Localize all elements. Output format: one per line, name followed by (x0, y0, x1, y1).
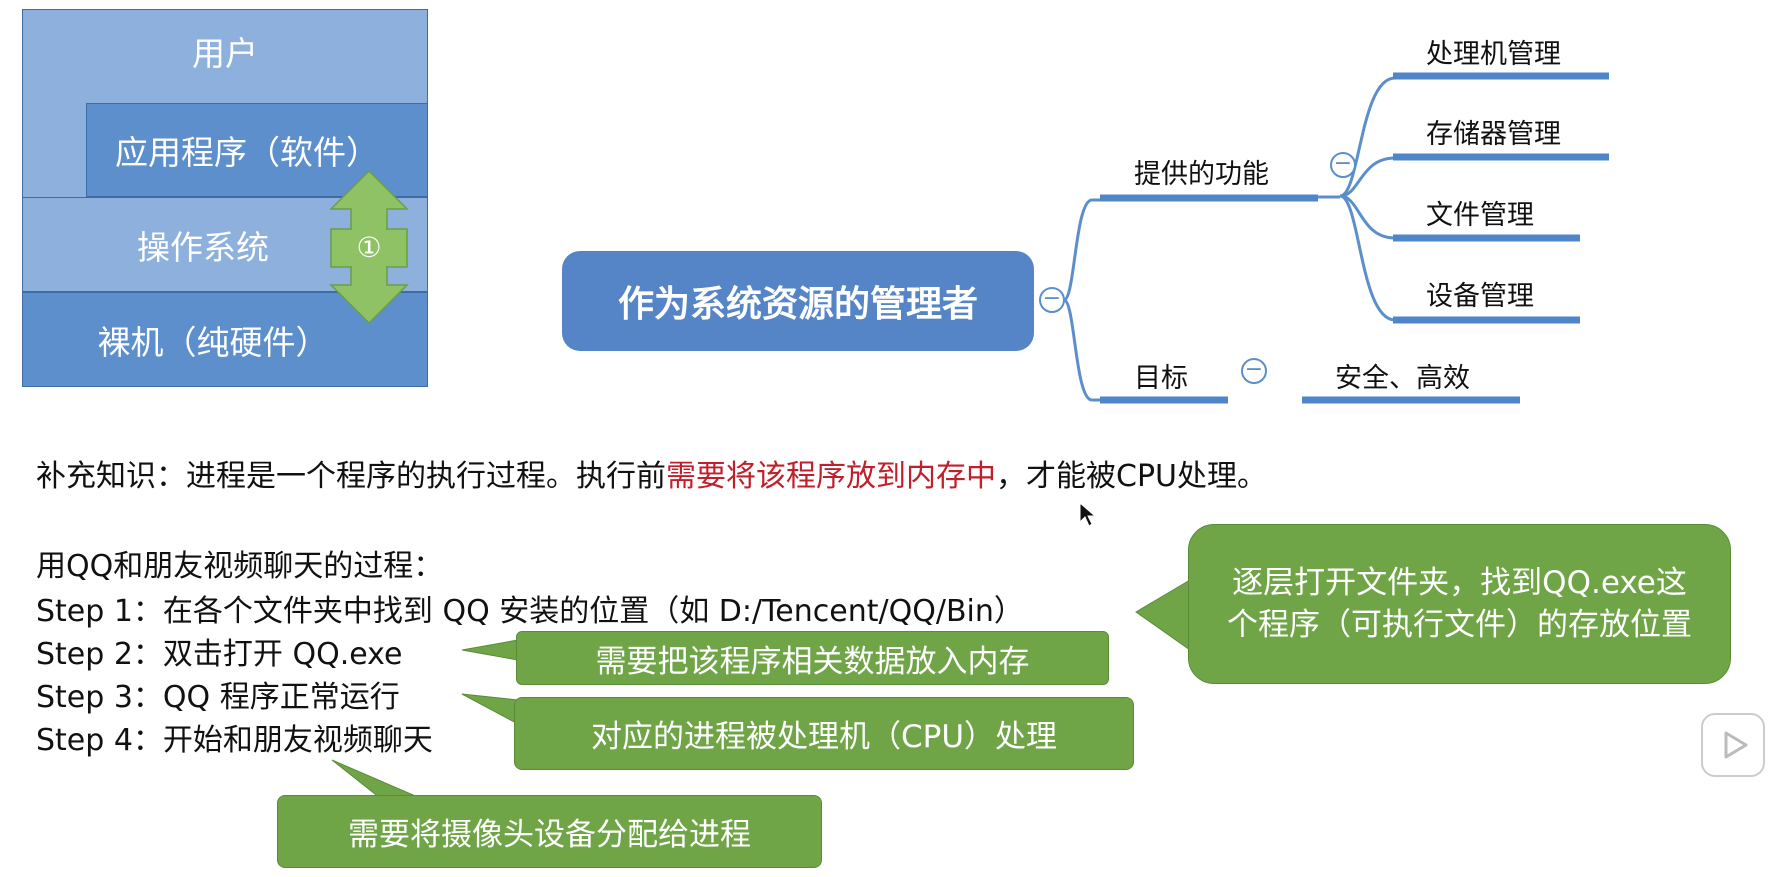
callout-load-memory: 需要把该程序相关数据放入内存 (516, 631, 1109, 685)
callout-cpu-text: 对应的进程被处理机（CPU）处理 (590, 719, 1058, 755)
callout-camera: 需要将摄像头设备分配给进程 (277, 795, 822, 868)
callout-find-exe-text: 逐层打开文件夹，找到QQ.exe这个程序（可执行文件）的存放位置 (1227, 565, 1692, 643)
play-button[interactable] (1701, 713, 1765, 777)
callout-cpu: 对应的进程被处理机（CPU）处理 (514, 697, 1134, 770)
callout-find-exe: 逐层打开文件夹，找到QQ.exe这个程序（可执行文件）的存放位置 (1188, 524, 1731, 684)
callout-camera-text: 需要将摄像头设备分配给进程 (348, 817, 751, 853)
callout-load-memory-text: 需要把该程序相关数据放入内存 (595, 643, 1030, 680)
play-icon (1724, 731, 1748, 759)
